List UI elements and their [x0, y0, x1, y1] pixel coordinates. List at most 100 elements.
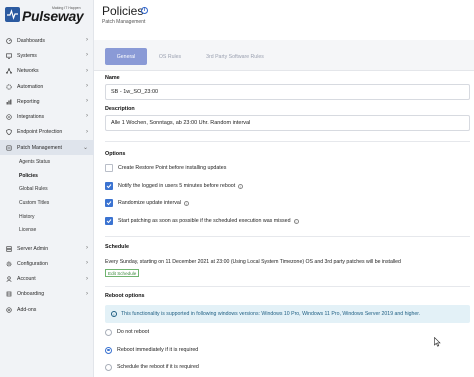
sidebar-item-server-admin[interactable]: Server Admin ›: [0, 241, 94, 256]
radio-label: Reboot immediately if it is required: [117, 347, 199, 353]
chevron-right-icon: ›: [86, 128, 88, 135]
divider: [105, 286, 470, 287]
check-icon: [106, 184, 112, 189]
description-label: Description: [105, 106, 135, 112]
radio-button[interactable]: [105, 363, 112, 371]
main-content: Policies i Patch Management General OS R…: [94, 0, 474, 377]
chevron-right-icon: ›: [86, 260, 88, 267]
options-label: Options: [105, 151, 126, 157]
sidebar-item-systems[interactable]: Systems ›: [0, 48, 94, 63]
option-label: Create Restore Point before installing u…: [118, 165, 227, 171]
sidebar-item-dashboards[interactable]: Dashboards ›: [0, 33, 94, 48]
sidebar-subitem-license[interactable]: License: [0, 223, 94, 237]
check-icon: [106, 201, 112, 206]
addons-icon: [6, 307, 12, 313]
check-icon: [106, 219, 112, 224]
reboot-option-do-not-reboot[interactable]: Do not reboot: [105, 327, 149, 337]
mouse-cursor-icon: [434, 337, 441, 347]
sidebar-item-label: Account: [17, 276, 36, 283]
reboot-info-alert: i This functionality is supported in fol…: [105, 305, 470, 323]
tab-general[interactable]: General: [105, 48, 147, 65]
checkbox-checked[interactable]: [105, 182, 113, 190]
tab-os-rules[interactable]: OS Rules: [150, 48, 190, 65]
pulse-logo-icon: [5, 7, 20, 22]
sidebar-item-label: Endpoint Protection: [17, 129, 63, 136]
sidebar-item-patch-management[interactable]: Patch Management ⌄: [0, 140, 94, 156]
checkbox-checked[interactable]: [105, 217, 113, 225]
sidebar-nav: Dashboards › Systems › Networks › Automa…: [0, 33, 94, 317]
chevron-right-icon: ›: [86, 290, 88, 297]
name-field[interactable]: SB - 1w_SO_23:00: [105, 84, 470, 100]
sidebar-item-reporting[interactable]: Reporting ›: [0, 94, 94, 109]
chevron-right-icon: ›: [86, 82, 88, 89]
option-start-patching-missed[interactable]: Start patching as soon as possible if th…: [105, 216, 299, 226]
logo-wordmark: Pulseway: [22, 8, 84, 24]
sidebar-item-automation[interactable]: Automation ›: [0, 79, 94, 94]
help-icon[interactable]: i: [184, 200, 190, 206]
pulseway-logo[interactable]: Making IT Happen Pulseway: [5, 5, 91, 27]
reboot-option-reboot-immediately[interactable]: Reboot immediately if it is required: [105, 345, 198, 355]
chevron-right-icon: ›: [86, 52, 88, 59]
sidebar-subitem-agents-status[interactable]: Agents Status: [0, 155, 94, 169]
sidebar-subitem-global-rules[interactable]: Global Rules: [0, 183, 94, 197]
sidebar-item-label: Systems: [17, 52, 37, 59]
sidebar-item-networks[interactable]: Networks ›: [0, 64, 94, 79]
checkbox-checked[interactable]: [105, 199, 113, 207]
sidebar-item-label: Onboarding: [17, 291, 45, 298]
radio-label: Do not reboot: [117, 329, 150, 335]
help-icon[interactable]: i: [238, 183, 244, 189]
sidebar-item-account[interactable]: Account ›: [0, 272, 94, 287]
onboarding-icon: [6, 292, 12, 297]
option-randomize-interval[interactable]: Randomize update interval i: [105, 198, 190, 208]
schedule-label: Schedule: [105, 244, 129, 250]
dashboard-icon: [6, 37, 12, 44]
info-icon[interactable]: i: [141, 7, 148, 14]
info-icon: i: [111, 311, 117, 317]
sidebar-subitem-policies[interactable]: Policies: [0, 169, 94, 183]
systems-icon: [6, 53, 12, 59]
chevron-down-icon: ⌄: [82, 145, 88, 152]
option-create-restore-point[interactable]: Create Restore Point before installing u…: [105, 163, 226, 173]
radio-button[interactable]: [105, 328, 112, 336]
sidebar-item-add-ons[interactable]: Add-ons: [0, 302, 94, 317]
schedule-description: Every Sunday, starting on 11 December 20…: [105, 259, 401, 265]
radio-button-selected[interactable]: [105, 346, 112, 354]
patch-icon: [6, 145, 12, 151]
sidebar-subitem-history[interactable]: History: [0, 210, 94, 224]
help-icon[interactable]: i: [293, 218, 299, 224]
chevron-right-icon: ›: [86, 98, 88, 105]
reboot-option-schedule-reboot[interactable]: Schedule the reboot if it is required: [105, 362, 199, 372]
server-icon: [6, 245, 12, 252]
option-label: Start patching as soon as possible if th…: [118, 218, 291, 224]
reporting-icon: [6, 99, 12, 105]
breadcrumb: Patch Management: [102, 19, 146, 25]
gear-icon: [6, 261, 12, 267]
option-label: Randomize update interval: [118, 200, 182, 206]
edit-schedule-button[interactable]: Edit Schedule: [105, 269, 140, 277]
divider: [105, 141, 470, 142]
integrations-icon: [6, 114, 12, 120]
tab-3rd-party-software-rules[interactable]: 3rd Party Software Rules: [194, 48, 276, 65]
sidebar-item-integrations[interactable]: Integrations ›: [0, 109, 94, 124]
network-icon: [6, 68, 12, 74]
sidebar-item-onboarding[interactable]: Onboarding ›: [0, 287, 94, 302]
option-label: Notify the logged in users 5 minutes bef…: [118, 183, 236, 189]
sidebar-item-configuration[interactable]: Configuration ›: [0, 256, 94, 271]
radio-label: Schedule the reboot if it is required: [117, 364, 199, 370]
page-title: Policies: [102, 4, 144, 18]
option-notify-users[interactable]: Notify the logged in users 5 minutes bef…: [105, 181, 244, 191]
sidebar-item-endpoint-protection[interactable]: Endpoint Protection ›: [0, 125, 94, 140]
sidebar-item-label: Dashboards: [17, 37, 45, 44]
sidebar-subitem-custom-titles[interactable]: Custom Titles: [0, 196, 94, 210]
sidebar-item-label: Automation: [17, 83, 44, 90]
checkbox[interactable]: [105, 164, 113, 172]
description-field[interactable]: Alle 1 Wochen, Sonntags, ab 23:00 Uhr. R…: [105, 115, 470, 131]
chevron-right-icon: ›: [86, 244, 88, 251]
tab-bar: General OS Rules 3rd Party Software Rule…: [94, 40, 474, 71]
sidebar-item-label: Server Admin: [17, 245, 49, 252]
sidebar: Making IT Happen Pulseway Dashboards › S…: [0, 0, 94, 377]
shield-icon: [6, 129, 12, 136]
sidebar-item-label: Configuration: [17, 260, 48, 267]
name-label: Name: [105, 75, 120, 81]
account-icon: [6, 276, 12, 283]
